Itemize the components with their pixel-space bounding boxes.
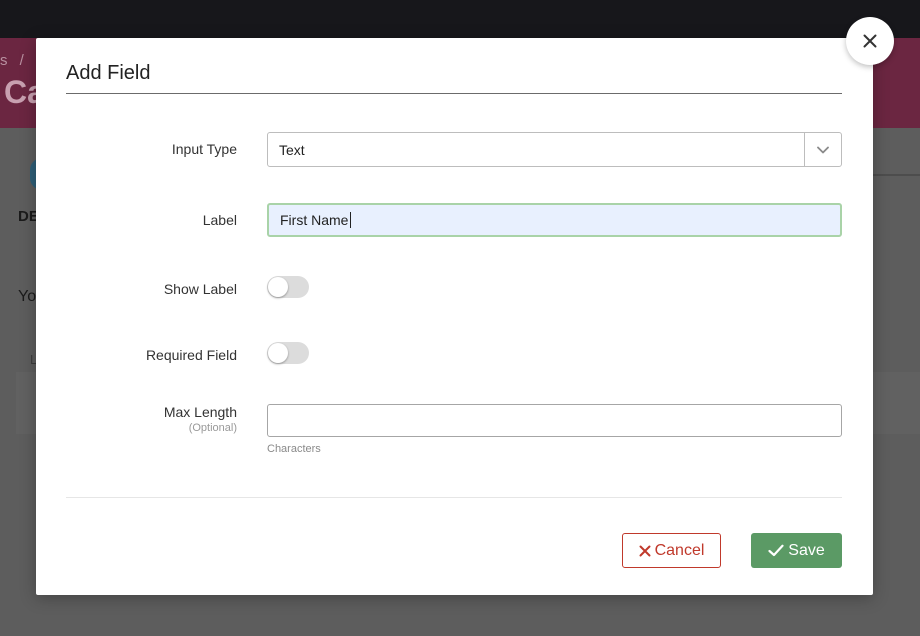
title-divider <box>66 93 842 94</box>
required-field-label: Required Field <box>145 347 237 363</box>
text-cursor <box>350 212 351 228</box>
cancel-button-label: Cancel <box>654 541 705 559</box>
background-tab-divider <box>872 174 920 176</box>
input-type-label: Input Type <box>171 141 237 157</box>
x-icon <box>639 545 651 556</box>
required-field-toggle[interactable] <box>267 342 309 364</box>
label-field-label: Label <box>202 212 237 228</box>
max-length-optional-note: (Optional) <box>188 422 237 434</box>
close-modal-button[interactable] <box>846 17 894 65</box>
show-label-label: Show Label <box>163 281 237 297</box>
background-text: Yo <box>18 288 37 305</box>
show-label-toggle[interactable] <box>267 276 309 298</box>
toggle-knob <box>268 277 288 297</box>
max-length-label: Max Length <box>163 404 237 420</box>
modal-title: Add Field <box>66 62 151 84</box>
label-input[interactable] <box>267 203 842 237</box>
save-button[interactable]: Save <box>751 533 842 568</box>
input-type-value: Text <box>279 142 305 158</box>
footer-divider <box>66 497 842 498</box>
max-length-input[interactable] <box>267 404 842 437</box>
cancel-button[interactable]: Cancel <box>622 533 721 568</box>
max-length-help-text: Characters <box>267 443 321 455</box>
background-top-bar <box>0 0 920 38</box>
save-button-label: Save <box>788 541 825 559</box>
add-field-modal: Add Field Input Type Text Label Show Lab… <box>36 38 873 595</box>
check-icon <box>768 544 784 557</box>
toggle-knob <box>268 343 288 363</box>
chevron-down-icon[interactable] <box>804 133 841 166</box>
close-icon <box>863 34 877 48</box>
input-type-select[interactable]: Text <box>267 132 842 167</box>
background-breadcrumb: s / <box>0 52 28 69</box>
